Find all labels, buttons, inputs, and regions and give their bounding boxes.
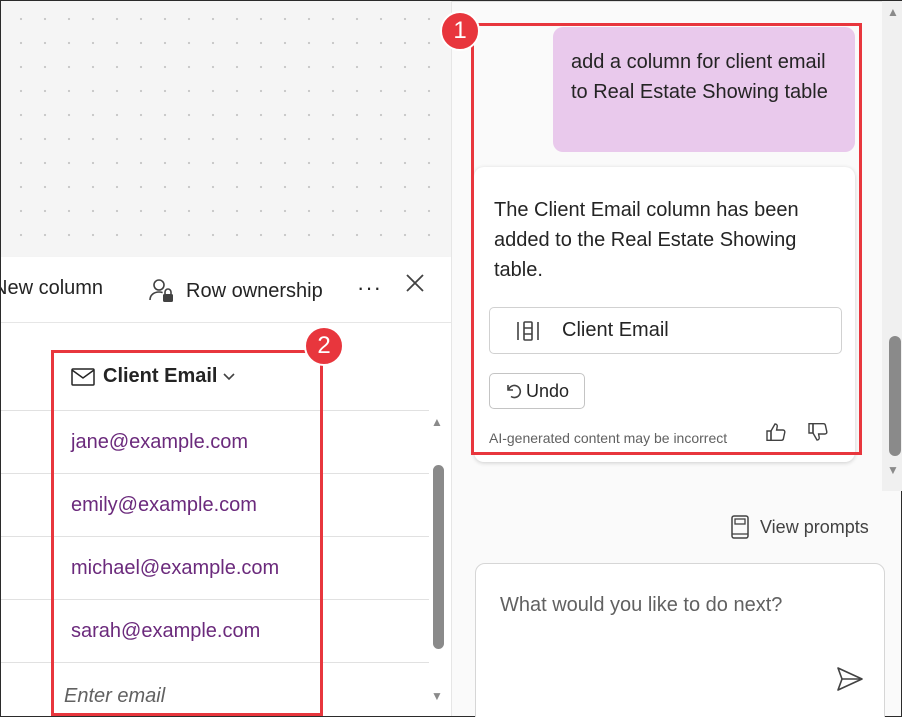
row-ownership-icon xyxy=(149,279,173,302)
chat-input-placeholder: What would you like to do next? xyxy=(500,594,783,616)
close-button[interactable] xyxy=(403,271,427,295)
annotation-badge-2: 2 xyxy=(304,326,344,366)
row-ownership-button[interactable]: Row ownership xyxy=(148,277,323,305)
chat-top-divider xyxy=(452,1,882,2)
highlight-box-1 xyxy=(471,23,862,455)
canvas-background xyxy=(1,1,451,257)
send-icon[interactable] xyxy=(836,666,864,692)
close-icon xyxy=(406,274,424,292)
chat-input[interactable]: What would you like to do next? xyxy=(475,563,885,717)
new-column-button[interactable]: New column xyxy=(1,277,103,300)
view-prompts-button[interactable]: View prompts xyxy=(730,515,869,539)
row-ownership-label: Row ownership xyxy=(186,279,323,302)
scrollbar-thumb[interactable] xyxy=(889,336,901,456)
table-scrollbar[interactable]: ▲ ▼ xyxy=(429,411,451,716)
scroll-up-icon[interactable]: ▲ xyxy=(887,5,899,19)
scroll-down-icon[interactable]: ▼ xyxy=(431,689,443,703)
table-toolbar: New column Row ownership ··· xyxy=(1,257,451,323)
scroll-up-icon[interactable]: ▲ xyxy=(431,415,443,429)
highlight-box-2 xyxy=(51,350,323,716)
new-column-label: New column xyxy=(1,277,104,299)
view-prompts-label: View prompts xyxy=(760,516,869,537)
book-icon xyxy=(731,515,749,539)
annotation-badge-1: 1 xyxy=(440,11,480,51)
more-options-button[interactable]: ··· xyxy=(357,275,382,301)
scroll-down-icon[interactable]: ▼ xyxy=(887,463,899,477)
chat-scrollbar[interactable]: ▲ ▼ xyxy=(882,1,902,491)
scrollbar-thumb[interactable] xyxy=(433,465,444,649)
